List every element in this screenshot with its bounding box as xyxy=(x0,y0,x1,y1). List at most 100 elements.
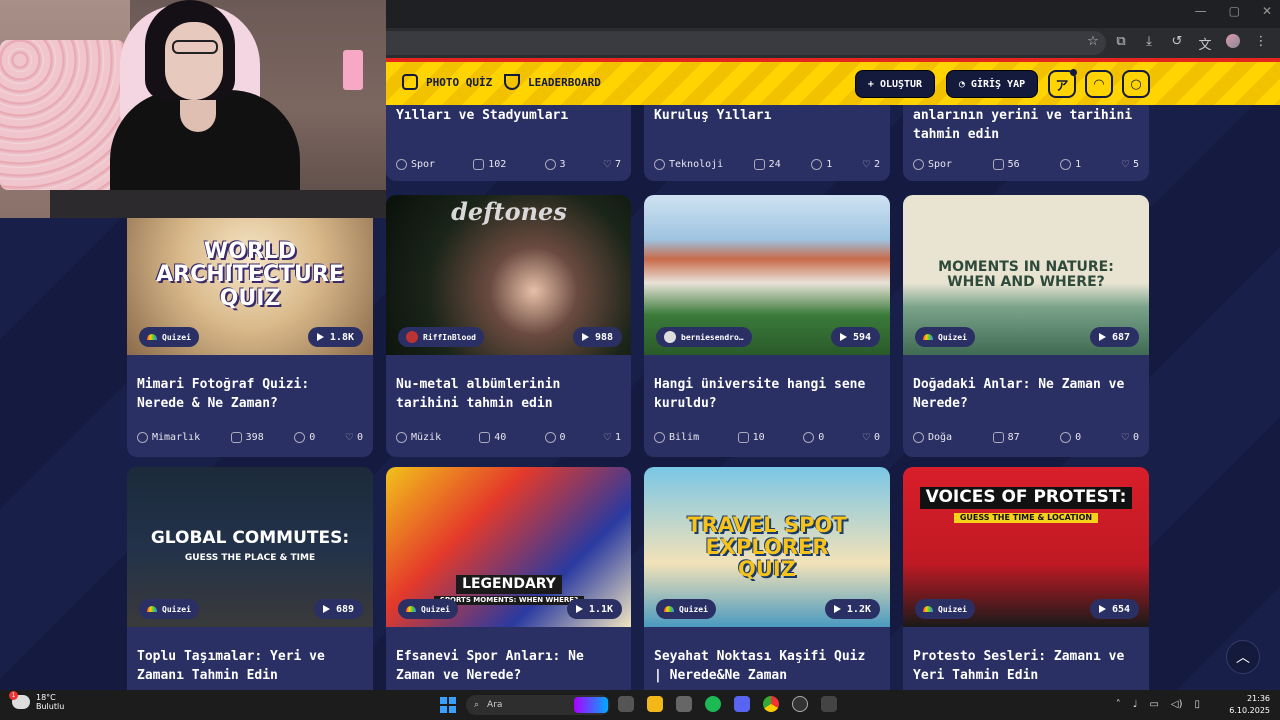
comment-count: 0 xyxy=(803,431,824,443)
bookmark-star-icon[interactable]: ☆ xyxy=(1086,34,1100,53)
quiz-title[interactable]: Mimari Fotoğraf Quizi: Nerede & Ne Zaman… xyxy=(127,375,373,413)
photo-count: 87 xyxy=(992,431,1020,443)
play-icon xyxy=(575,605,583,613)
quiz-card[interactable]: berniesendro… 594 Hangi üniversite hangi… xyxy=(644,195,890,457)
language-button[interactable]: ア xyxy=(1048,69,1077,98)
play-count-value: 1.2K xyxy=(846,603,871,615)
quiz-thumbnail[interactable]: LEGENDARY SPORTS MOMENTS: WHEN WHERE? Qu… xyxy=(386,467,631,627)
volume-icon[interactable]: ◁) xyxy=(1171,699,1183,710)
quiz-title[interactable]: Nu-metal albümlerinin tarihini tahmin ed… xyxy=(386,375,631,413)
translate-icon[interactable]: 文 xyxy=(1198,34,1212,53)
scroll-to-top-button[interactable]: ︿ xyxy=(1226,640,1260,674)
profile-avatar[interactable] xyxy=(1226,34,1240,48)
chevron-up-icon[interactable]: ˄ xyxy=(1116,699,1121,710)
photos-icon xyxy=(992,158,1004,170)
microphone-icon[interactable]: ♩ xyxy=(1133,699,1138,710)
author-tag[interactable]: Quizei xyxy=(656,599,716,619)
author-tag[interactable]: Quizei xyxy=(398,599,458,619)
menu-icon[interactable]: ⋮ xyxy=(1254,34,1268,53)
category-label: Spor xyxy=(928,158,953,170)
app-icon[interactable] xyxy=(821,696,837,712)
chrome-icon[interactable] xyxy=(763,696,779,712)
battery-icon[interactable]: ▯ xyxy=(1194,699,1200,710)
quiz-card[interactable]: WORLD ARCHITECTURE QUIZ Quizei 1.8K Mima… xyxy=(127,195,373,457)
quiz-thumbnail[interactable]: GLOBAL COMMUTES: GUESS THE PLACE & TIME … xyxy=(127,467,373,627)
quiz-card[interactable]: MOMENTS IN NATURE: WHEN AND WHERE? Quize… xyxy=(903,195,1149,457)
discord-icon[interactable] xyxy=(734,696,750,712)
author-name: Quizei xyxy=(421,604,450,614)
quiz-title[interactable]: anlarının yerini ve tarihini tahmin edin xyxy=(903,105,1149,144)
quiz-thumbnail[interactable]: deftones RiffInBlood 988 xyxy=(386,195,631,355)
quiz-card[interactable]: TRAVEL SPOT EXPLORER QUIZ Quizei 1.2K Se… xyxy=(644,467,890,690)
heart-icon: ♡ xyxy=(862,430,870,444)
taskbar: 1 18°C Bulutlu ⌕ Ara ˄ ♩ ▭ ◁) ▯ 21:36 6.… xyxy=(0,690,1280,720)
download-icon[interactable]: ⤓ xyxy=(1142,34,1156,53)
search-icon: ⌕ xyxy=(474,700,480,710)
author-tag[interactable]: Quizei xyxy=(139,327,199,347)
quiz-title[interactable]: Hangi üniversite hangi sene kuruldu? xyxy=(644,375,890,413)
quiz-title[interactable]: Seyahat Noktası Kaşifi Quiz | Nerede&Ne … xyxy=(644,647,890,685)
search-button[interactable]: ○ xyxy=(1122,70,1150,98)
task-view-icon[interactable] xyxy=(618,696,634,712)
quiz-card[interactable]: VOICES OF PROTEST: GUESS THE TIME & LOCA… xyxy=(903,467,1149,690)
plus-icon: + xyxy=(867,78,874,90)
category-label: Doğa xyxy=(928,431,953,443)
minimize-icon[interactable]: — xyxy=(1195,4,1207,18)
author-tag[interactable]: berniesendro… xyxy=(656,327,752,347)
like-count: ♡ 0 xyxy=(346,430,363,444)
nav-photo-quiz[interactable]: PHOTO QUİZ xyxy=(402,74,492,90)
quiz-card[interactable]: anlarının yerini ve tarihini tahmin edin… xyxy=(903,105,1149,181)
cam-desk xyxy=(50,190,386,218)
weather-widget[interactable]: 1 18°C Bulutlu xyxy=(9,691,64,711)
like-count: ♡ 5 xyxy=(1122,157,1139,171)
quiz-title[interactable]: Kuruluş Yılları xyxy=(644,105,890,125)
quiz-card[interactable]: GLOBAL COMMUTES: GUESS THE PLACE & TIME … xyxy=(127,467,373,690)
quiz-thumbnail[interactable]: berniesendro… 594 xyxy=(644,195,890,355)
file-explorer-icon[interactable] xyxy=(647,696,663,712)
photo-count-value: 40 xyxy=(494,431,507,443)
photos-icon xyxy=(992,431,1004,443)
author-tag[interactable]: RiffInBlood xyxy=(398,327,484,347)
obs-icon[interactable] xyxy=(792,696,808,712)
address-bar[interactable] xyxy=(386,31,1106,55)
author-tag[interactable]: Quizei xyxy=(139,599,199,619)
quiz-thumbnail[interactable]: VOICES OF PROTEST: GUESS THE TIME & LOCA… xyxy=(903,467,1149,627)
taskbar-search[interactable]: ⌕ Ara xyxy=(466,695,610,715)
quiz-thumbnail[interactable]: TRAVEL SPOT EXPLORER QUIZ Quizei 1.2K xyxy=(644,467,890,627)
quiz-thumbnail[interactable]: WORLD ARCHITECTURE QUIZ Quizei 1.8K xyxy=(127,195,373,355)
close-icon[interactable]: ✕ xyxy=(1262,4,1272,18)
comment-icon xyxy=(811,158,823,170)
user-icon: ◔ xyxy=(958,78,965,90)
quiz-title[interactable]: Doğadaki Anlar: Ne Zaman ve Nerede? xyxy=(903,375,1149,413)
play-count-value: 594 xyxy=(852,331,871,343)
nav-photo-quiz-label: PHOTO QUİZ xyxy=(426,75,493,89)
nav-leaderboard[interactable]: LEADERBOARD xyxy=(504,74,601,90)
play-icon xyxy=(1098,605,1106,613)
quiz-title[interactable]: Protesto Sesleri: Zamanı ve Yeri Tahmin … xyxy=(903,647,1149,685)
quiz-thumbnail[interactable]: MOMENTS IN NATURE: WHEN AND WHERE? Quize… xyxy=(903,195,1149,355)
extensions-icon[interactable]: ⧉ xyxy=(1114,34,1128,53)
create-button[interactable]: + OLUŞTUR xyxy=(855,70,935,98)
network-icon[interactable]: ▭ xyxy=(1149,699,1158,710)
rainbow-icon xyxy=(406,606,416,612)
quiz-title[interactable]: Yılları ve Stadyumları xyxy=(386,105,631,125)
quiz-card[interactable]: Kuruluş Yılları Teknoloji 24 1 ♡ 2 xyxy=(644,105,890,181)
store-icon[interactable] xyxy=(676,696,692,712)
heart-icon: ♡ xyxy=(345,430,353,444)
login-button[interactable]: ◔ GİRİŞ YAP xyxy=(946,70,1038,98)
quiz-card[interactable]: LEGENDARY SPORTS MOMENTS: WHEN WHERE? Qu… xyxy=(386,467,631,690)
quiz-title[interactable]: Efsanevi Spor Anları: Ne Zaman ve Nerede… xyxy=(386,647,631,685)
author-tag[interactable]: Quizei xyxy=(915,327,975,347)
heart-icon: ♡ xyxy=(603,430,611,444)
weather-temp: 18°C xyxy=(36,693,56,702)
author-tag[interactable]: Quizei xyxy=(915,599,975,619)
spotify-icon[interactable] xyxy=(705,696,721,712)
start-button[interactable] xyxy=(440,697,456,713)
quiz-card[interactable]: deftones RiffInBlood 988 Nu-metal albüml… xyxy=(386,195,631,457)
clock[interactable]: 21:36 6.10.2025 xyxy=(1229,693,1270,717)
history-icon[interactable]: ↺ xyxy=(1170,34,1184,53)
restore-icon[interactable]: ▢ xyxy=(1229,4,1240,18)
quiz-card[interactable]: Yılları ve Stadyumları Spor 102 3 ♡ 7 xyxy=(386,105,631,181)
notifications-button[interactable]: ◠ xyxy=(1085,70,1113,98)
quiz-title[interactable]: Toplu Taşımalar: Yeri ve Zamanı Tahmin E… xyxy=(127,647,373,685)
